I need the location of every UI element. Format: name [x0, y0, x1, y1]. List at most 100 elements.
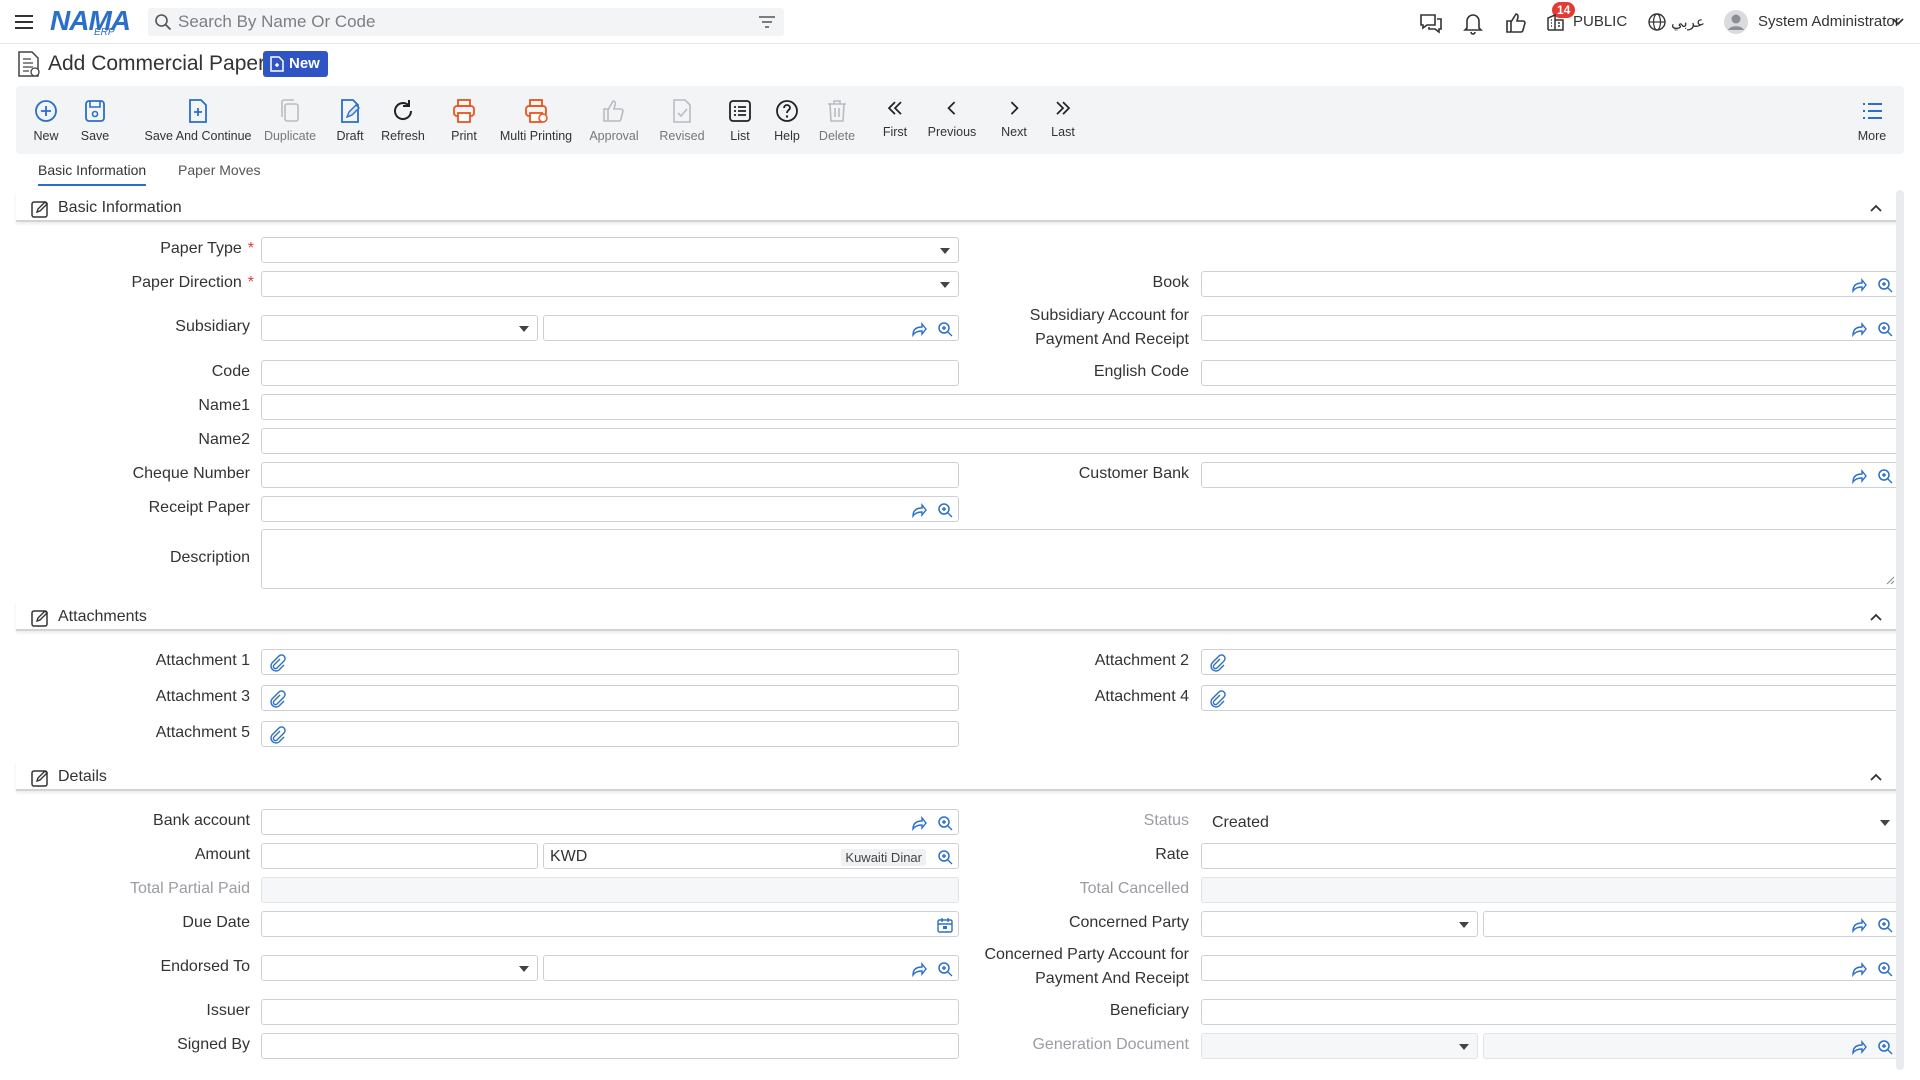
due-date-field[interactable]: [261, 911, 959, 937]
chat-icon[interactable]: [1418, 10, 1444, 36]
language-switch[interactable]: عربي: [1671, 13, 1705, 31]
save-button[interactable]: Save: [74, 86, 116, 154]
search-icon[interactable]: [936, 320, 954, 338]
issuer-field[interactable]: [261, 999, 959, 1025]
chevron-up-icon[interactable]: [1868, 200, 1884, 216]
open-link-icon[interactable]: [910, 501, 928, 519]
receipt-paper-field[interactable]: [261, 496, 959, 522]
filter-icon[interactable]: [758, 14, 776, 30]
thumbs-up-icon[interactable]: [1503, 10, 1529, 36]
delete-button[interactable]: Delete: [816, 86, 858, 154]
paperclip-icon[interactable]: [268, 654, 286, 672]
search-icon[interactable]: [1876, 467, 1894, 485]
search-icon[interactable]: [936, 814, 954, 832]
approval-button[interactable]: Approval: [586, 86, 642, 154]
open-link-icon[interactable]: [1850, 467, 1868, 485]
open-link-icon[interactable]: [1850, 1038, 1868, 1056]
rate-field[interactable]: [1201, 843, 1899, 869]
open-link-icon[interactable]: [910, 814, 928, 832]
section-attachments[interactable]: Attachments: [16, 601, 1898, 631]
chevron-down-icon[interactable]: [1891, 16, 1905, 28]
concerned-party-field[interactable]: [1483, 911, 1899, 937]
search-icon[interactable]: [1876, 1038, 1894, 1056]
code-field[interactable]: [261, 360, 959, 386]
calendar-icon[interactable]: [936, 916, 954, 934]
open-link-icon[interactable]: [910, 320, 928, 338]
last-button[interactable]: Last: [1046, 86, 1080, 154]
previous-button[interactable]: Previous: [926, 86, 978, 154]
subsidiary-type-select[interactable]: [261, 315, 538, 341]
search-icon[interactable]: [936, 848, 954, 866]
attachment1-field[interactable]: [261, 649, 959, 675]
bell-icon[interactable]: [1460, 10, 1486, 36]
duplicate-button[interactable]: Duplicate: [258, 86, 322, 154]
open-link-icon[interactable]: [1850, 276, 1868, 294]
paperclip-icon[interactable]: [268, 690, 286, 708]
english-code-field[interactable]: [1201, 360, 1899, 386]
chevron-up-icon[interactable]: [1868, 609, 1884, 625]
user-name[interactable]: System Administrator: [1758, 13, 1900, 30]
open-link-icon[interactable]: [1850, 320, 1868, 338]
name2-field[interactable]: [261, 428, 1899, 454]
paperclip-icon[interactable]: [268, 726, 286, 744]
draft-button[interactable]: Draft: [328, 86, 372, 154]
more-button[interactable]: More: [1854, 86, 1890, 154]
description-textarea[interactable]: [261, 529, 1899, 589]
status-select[interactable]: Created: [1201, 809, 1899, 835]
name1-field[interactable]: [261, 394, 1899, 420]
endorsed-to-type-select[interactable]: [261, 955, 538, 981]
endorsed-to-field[interactable]: [543, 955, 959, 981]
attachment3-field[interactable]: [261, 685, 959, 711]
paper-direction-select[interactable]: [261, 271, 959, 297]
tab-basic-information[interactable]: Basic Information: [38, 162, 147, 186]
list-button[interactable]: List: [724, 86, 756, 154]
open-link-icon[interactable]: [910, 960, 928, 978]
book-field[interactable]: [1201, 271, 1899, 297]
company-name[interactable]: PUBLIC: [1573, 13, 1627, 30]
search-input[interactable]: [178, 8, 738, 36]
open-link-icon[interactable]: [1850, 960, 1868, 978]
bank-account-field[interactable]: [261, 809, 959, 835]
avatar[interactable]: [1723, 9, 1749, 35]
revised-button[interactable]: Revised: [656, 86, 708, 154]
amount-field[interactable]: [261, 843, 538, 869]
subsidiary-account-field[interactable]: [1201, 315, 1899, 341]
menu-icon[interactable]: [13, 11, 35, 33]
first-button[interactable]: First: [878, 86, 912, 154]
paperclip-icon[interactable]: [1208, 654, 1226, 672]
logo[interactable]: NAMA ERP: [50, 5, 132, 39]
signed-by-field[interactable]: [261, 1033, 959, 1059]
new-button[interactable]: New: [25, 86, 67, 154]
search-icon[interactable]: [1876, 276, 1894, 294]
help-button[interactable]: Help: [770, 86, 804, 154]
print-button[interactable]: Print: [444, 86, 484, 154]
customer-bank-field[interactable]: [1201, 462, 1899, 488]
section-basic-information[interactable]: Basic Information: [16, 192, 1898, 222]
next-button[interactable]: Next: [996, 86, 1032, 154]
currency-field[interactable]: KWD Kuwaiti Dinar: [543, 843, 959, 869]
search-icon[interactable]: [1876, 960, 1894, 978]
beneficiary-field[interactable]: [1201, 999, 1899, 1025]
globe-icon[interactable]: [1647, 12, 1667, 32]
multi-printing-button[interactable]: Multi Printing: [494, 86, 578, 154]
concerned-party-type-select[interactable]: [1201, 911, 1478, 937]
concerned-party-account-field[interactable]: [1201, 955, 1899, 981]
refresh-button[interactable]: Refresh: [376, 86, 430, 154]
attachment2-field[interactable]: [1201, 649, 1899, 675]
attachment4-field[interactable]: [1201, 685, 1899, 711]
section-details[interactable]: Details: [16, 761, 1898, 791]
chevron-up-icon[interactable]: [1868, 769, 1884, 785]
paper-type-select[interactable]: [261, 237, 959, 263]
search-icon[interactable]: [936, 501, 954, 519]
cheque-number-field[interactable]: [261, 462, 959, 488]
paperclip-icon[interactable]: [1208, 690, 1226, 708]
search-icon[interactable]: [936, 960, 954, 978]
vertical-scrollbar[interactable]: [1896, 190, 1904, 1070]
open-link-icon[interactable]: [1850, 916, 1868, 934]
resize-handle-icon[interactable]: [1885, 575, 1895, 585]
save-and-continue-button[interactable]: Save And Continue: [130, 86, 266, 154]
search-icon[interactable]: [1876, 916, 1894, 934]
tab-paper-moves[interactable]: Paper Moves: [178, 162, 260, 184]
attachment5-field[interactable]: [261, 721, 959, 747]
search-icon[interactable]: [1876, 320, 1894, 338]
